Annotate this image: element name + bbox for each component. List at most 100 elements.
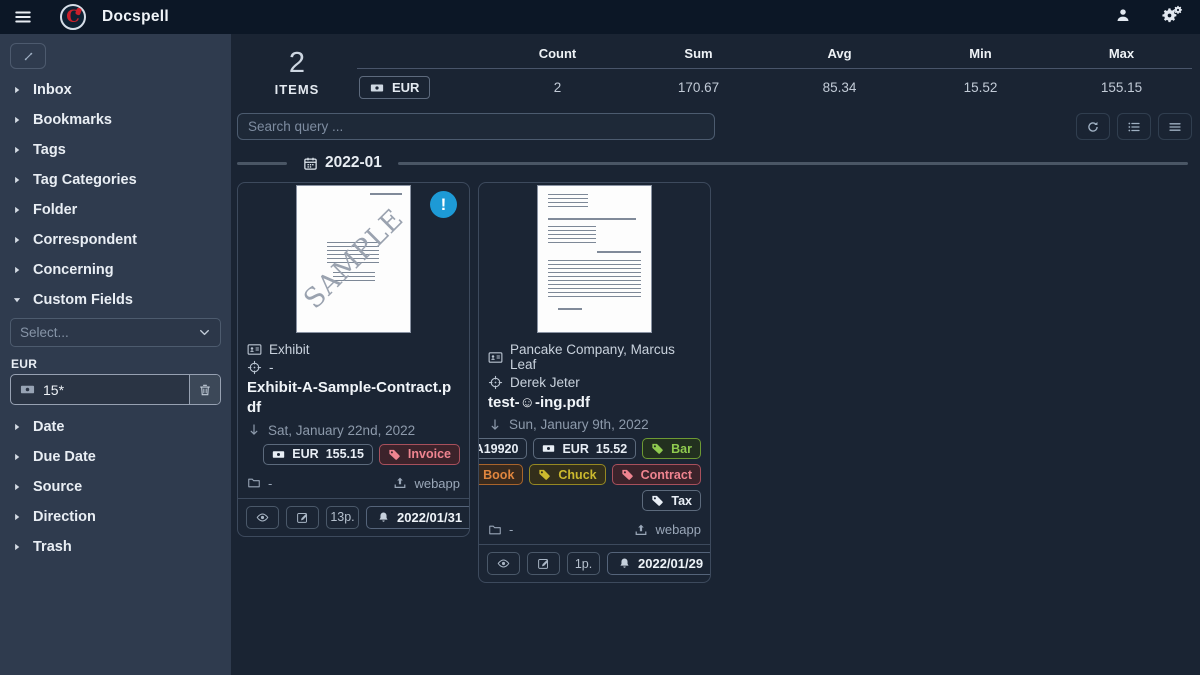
folder-icon [247,476,261,490]
caret-right-icon [12,265,22,275]
user-icon[interactable] [1115,7,1131,26]
asn-badge: ASNA19920 [478,438,527,459]
stat-min-value: 15.52 [910,80,1051,95]
sidebar-item-concerning[interactable]: Concerning [0,255,231,285]
page-count-badge: 1p. [567,552,600,575]
item-title[interactable]: test-☺-ing.pdf [488,393,701,413]
eye-icon [497,557,510,570]
view-buttons [1076,113,1192,140]
sidebar-item-inbox[interactable]: Inbox [0,75,231,105]
bars-icon [1168,120,1182,134]
custom-field-input-group [10,374,221,405]
search-sidebar: Inbox Bookmarks Tags Tag Categories Fold… [0,34,231,675]
stats-header-row: Count Sum Avg Min Max [357,46,1192,69]
caret-right-icon [12,452,22,462]
menu-icon[interactable] [14,8,32,26]
concerning-line: - [247,360,460,375]
preview-button[interactable] [246,506,279,529]
item-date: Sun, January 9th, 2022 [488,417,701,432]
money-bill-icon [272,448,285,461]
gear-icon[interactable] [1161,7,1178,27]
due-date-badge: 2022/01/29 [607,552,711,575]
sidebar-item-bookmarks[interactable]: Bookmarks [0,105,231,135]
refresh-button[interactable] [1076,113,1110,140]
edit-button[interactable] [527,552,560,575]
tag-icon [651,442,664,455]
currency-stats-table: Count Sum Avg Min Max EUR 2 170.67 85.34… [357,46,1192,99]
edit-icon [296,511,309,524]
refresh-icon [1086,120,1100,134]
item-title[interactable]: Exhibit-A-Sample-Contract.pdf [247,378,460,419]
sidebar-item-date[interactable]: Date [0,412,231,442]
custom-field-value-input[interactable] [43,382,189,398]
menu-view-button[interactable] [1158,113,1192,140]
tag-badge: Contract [612,464,701,485]
sidebar-item-tag-categories[interactable]: Tag Categories [0,165,231,195]
divider-line [398,162,1188,165]
caret-right-icon [12,422,22,432]
sample-watermark: SAMPLE [297,203,409,315]
card-footer: 13p. 2022/01/31 [238,498,469,536]
item-card[interactable]: Pancake Company, Marcus Leaf Derek Jeter… [478,182,711,583]
sidebar-item-trash[interactable]: Trash [0,532,231,562]
tag-icon [538,468,551,481]
search-input[interactable] [237,113,715,140]
tag-badge: Bar [642,438,701,459]
stat-avg-value: 85.34 [769,80,910,95]
sidebar-item-due-date[interactable]: Due Date [0,442,231,472]
item-thumbnail[interactable] [479,183,710,334]
month-label: 2022-01 [325,154,382,172]
address-card-icon [247,342,262,357]
sidebar-item-custom-fields[interactable]: Custom Fields [0,285,231,315]
arrow-down-icon [247,423,261,437]
app-logo[interactable]: C [60,4,86,30]
money-bill-icon [370,81,384,95]
item-count: 2 [289,48,305,80]
preview-button[interactable] [487,552,520,575]
items-label: ITEMS [275,82,320,97]
folder-line: - [247,476,272,491]
custom-field-select[interactable]: Select... [10,318,221,347]
page-count-badge: 13p. [326,506,359,529]
caret-right-icon [12,542,22,552]
stat-max-value: 155.15 [1051,80,1192,95]
item-thumbnail[interactable]: SAMPLE ! [238,183,469,334]
item-count-block: 2 ITEMS [237,46,357,99]
sidebar-item-correspondent[interactable]: Correspondent [0,225,231,255]
remove-field-button[interactable] [189,375,220,404]
navbar-actions [1115,7,1186,27]
edit-button[interactable] [286,506,319,529]
tag-badge: Chuck [529,464,605,485]
upload-icon [393,476,407,490]
stats-col-max: Max [1051,46,1192,61]
folder-line: - [488,522,513,537]
item-card[interactable]: SAMPLE ! Exhibit - Exhibit-A-Sample-Cont… [237,182,470,537]
tag-badge: Invoice [379,444,460,465]
divider-line [237,162,287,165]
list-view-icon [1127,120,1141,134]
sidebar-item-folder[interactable]: Folder [0,195,231,225]
stats-col-min: Min [910,46,1051,61]
money-bill-icon [20,382,35,397]
month-divider: 2022-01 [237,154,1192,172]
bell-icon [377,511,390,524]
stat-count-value: 2 [487,80,628,95]
due-date-badge: 2022/01/31 [366,506,470,529]
sidebar-item-direction[interactable]: Direction [0,502,231,532]
caret-right-icon [12,175,22,185]
caret-right-icon [12,145,22,155]
calendar-icon [303,156,318,171]
stats-col-avg: Avg [769,46,910,61]
source-line: webapp [393,476,460,491]
sidebar-item-source[interactable]: Source [0,472,231,502]
list-view-button[interactable] [1117,113,1151,140]
top-navbar: C Docspell [0,0,1200,34]
stats-value-row: EUR 2 170.67 85.34 15.52 155.15 [357,69,1192,99]
sidebar-item-tags[interactable]: Tags [0,135,231,165]
expand-icon [22,50,35,63]
main-content: 2 ITEMS Count Sum Avg Min Max EUR 2 [231,34,1200,675]
tag-badge: Book [478,464,523,485]
collapse-sidebar-button[interactable] [10,43,46,69]
caret-right-icon [12,115,22,125]
search-bar-row [237,113,1192,140]
